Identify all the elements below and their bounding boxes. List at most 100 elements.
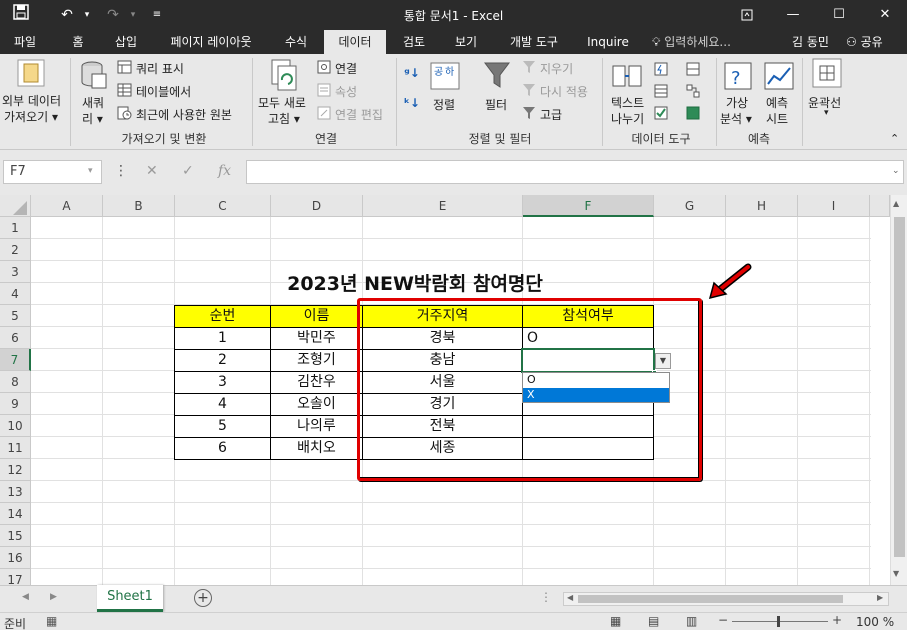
sheet-tab-sheet1[interactable]: Sheet1 [97,585,163,612]
tell-me-box[interactable]: 💡︎ 입력하세요... [652,30,731,54]
row-header[interactable]: 1 [0,217,31,239]
row-header-selected[interactable]: 7 [0,349,31,371]
page-break-view-icon[interactable]: ▥ [686,614,697,628]
clear-filter-icon [523,61,535,73]
column-header[interactable]: C [175,195,271,217]
column-header[interactable]: E [363,195,523,217]
table-cell[interactable]: 1 [174,327,271,350]
tab-formulas[interactable]: 수식 [274,30,318,54]
flash-fill-icon[interactable] [654,62,668,76]
zoom-slider[interactable] [732,621,828,622]
row-header[interactable]: 13 [0,481,31,503]
table-cell[interactable]: 6 [174,437,271,460]
page-layout-view-icon[interactable]: ▤ [648,614,659,628]
scroll-up-icon[interactable]: ▲ [893,199,899,208]
column-header[interactable]: G [654,195,726,217]
scroll-tabs-left-icon[interactable]: ◀ [22,592,29,602]
collapse-ribbon-icon[interactable]: ⌃ [890,132,899,145]
horizontal-scrollbar[interactable]: ◀ ▶ [563,592,889,606]
vertical-scrollbar[interactable]: ▲ ▼ [890,195,907,585]
row-header[interactable]: 6 [0,327,31,349]
user-name[interactable]: 김 동민 [792,30,829,54]
zoom-out-icon[interactable]: − [718,613,728,627]
table-cell[interactable]: 김찬우 [270,371,363,394]
column-header[interactable]: D [271,195,363,217]
column-header[interactable]: H [726,195,798,217]
zoom-level[interactable]: 100 % [856,615,894,629]
horizontal-scroll-thumb[interactable] [578,595,843,603]
macro-record-icon[interactable]: ▦ [46,614,57,628]
column-header-selected[interactable]: F [523,195,654,217]
insert-function-icon[interactable]: fx [218,163,231,179]
row-header[interactable]: 15 [0,525,31,547]
table-cell[interactable]: 2 [174,349,271,372]
relationships-icon[interactable] [686,84,700,98]
tab-developer[interactable]: 개발 도구 [496,30,572,54]
tab-review[interactable]: 검토 [392,30,436,54]
table-cell[interactable]: 3 [174,371,271,394]
zoom-in-icon[interactable]: + [832,613,842,627]
row-header[interactable]: 10 [0,415,31,437]
data-validation-icon[interactable] [654,106,668,120]
row-header[interactable]: 16 [0,547,31,569]
table-cell[interactable]: 나의루 [270,415,363,438]
row-header[interactable]: 4 [0,283,31,305]
table-cell[interactable]: 조형기 [270,349,363,372]
tab-split-handle[interactable]: ⋮ [540,590,552,604]
row-header[interactable]: 14 [0,503,31,525]
table-cell[interactable]: 5 [174,415,271,438]
select-all-corner[interactable] [0,195,31,217]
share-button[interactable]: ⚇ 공유 [846,30,883,54]
sheet-title[interactable]: 2023년 NEW박람회 참여명단 [230,271,600,297]
scroll-down-icon[interactable]: ▼ [893,569,899,578]
sort-descending-icon[interactable]: ᵏ↓ [404,96,420,110]
minimize-button[interactable]: — [770,0,816,30]
consolidate-icon[interactable] [686,62,700,76]
column-header[interactable]: I [798,195,870,217]
header-cell-name[interactable]: 이름 [270,305,363,328]
enter-icon[interactable]: ✓ [182,163,194,179]
tab-data[interactable]: 데이터 [324,30,386,54]
table-cell[interactable]: 박민주 [270,327,363,350]
remove-duplicates-icon[interactable] [654,84,668,98]
row-header[interactable]: 2 [0,239,31,261]
add-sheet-icon[interactable]: + [194,589,212,607]
scroll-tabs-right-icon[interactable]: ▶ [50,592,57,602]
table-cell[interactable]: 4 [174,393,271,416]
worksheet-grid[interactable]: A B C D E F G H I 1 2 3 4 5 6 7 8 9 10 1… [0,195,907,585]
row-header[interactable]: 3 [0,261,31,283]
column-header[interactable]: B [103,195,175,217]
cancel-icon[interactable]: ✕ [146,163,158,179]
tab-inquire[interactable]: Inquire [580,30,636,54]
sort-ascending-icon[interactable]: ᵍ↓ [404,66,420,80]
data-model-icon[interactable] [686,106,700,120]
row-header[interactable]: 5 [0,305,31,327]
tab-insert[interactable]: 삽입 [104,30,148,54]
column-header[interactable]: A [31,195,103,217]
row-header[interactable]: 12 [0,459,31,481]
column-header[interactable] [870,195,890,217]
scroll-left-icon[interactable]: ◀ [567,593,573,602]
zoom-slider-thumb[interactable] [777,616,780,627]
name-box-dropdown-icon[interactable]: ▾ [88,166,93,176]
normal-view-icon[interactable]: ▦ [610,614,621,628]
tab-view[interactable]: 보기 [444,30,488,54]
row-header[interactable]: 8 [0,371,31,393]
scroll-right-icon[interactable]: ▶ [877,593,883,602]
header-cell-number[interactable]: 순번 [174,305,271,328]
row-header[interactable]: 11 [0,437,31,459]
table-cell[interactable]: 배치오 [270,437,363,460]
table-cell[interactable]: 오솔이 [270,393,363,416]
tab-home[interactable]: 홈 [60,30,96,54]
vertical-scroll-thumb[interactable] [894,217,905,557]
maximize-button[interactable]: ☐ [816,0,862,30]
formula-input[interactable] [246,160,904,184]
expand-formula-bar-icon[interactable]: ⌄ [892,166,900,176]
tab-page-layout[interactable]: 페이지 레이아웃 [156,30,266,54]
tab-file[interactable]: 파일 [0,30,50,54]
ribbon-display-options-icon[interactable] [724,0,770,30]
close-button[interactable]: ✕ [862,0,907,30]
more-options-icon[interactable]: ⋮ [114,163,128,179]
row-header[interactable]: 17 [0,569,31,585]
row-header[interactable]: 9 [0,393,31,415]
